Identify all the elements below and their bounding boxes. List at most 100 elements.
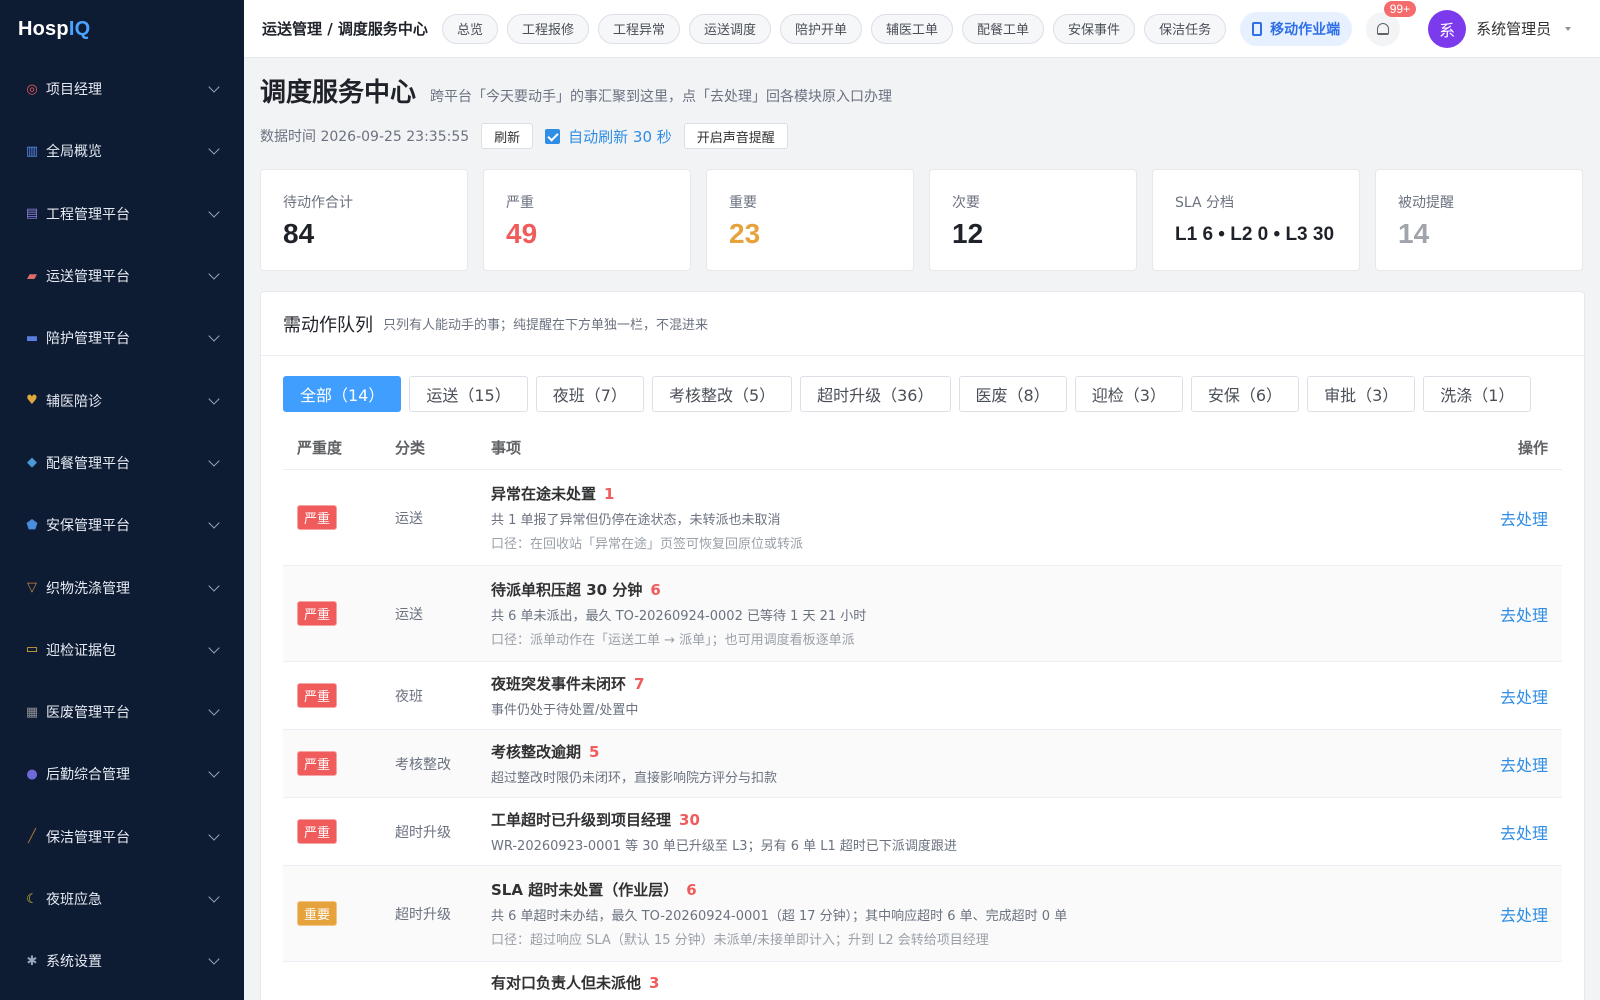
sidebar-item[interactable]: ▬ 陪护管理平台	[0, 307, 244, 369]
sound-alert-button[interactable]: 开启声音提醒	[683, 123, 788, 149]
sidebar-item[interactable]: ╱ 保洁管理平台	[0, 806, 244, 868]
table-row: 重要 超时升级 SLA 超时未处置（作业层） 6 共 6 单超时未办结，最久 TO-20…	[283, 866, 1562, 962]
quick-tab[interactable]: 辅医工单	[871, 13, 954, 44]
chevron-down-icon	[208, 891, 220, 903]
sidebar-item[interactable]: ◎ 项目经理	[0, 58, 244, 120]
sidebar-nav: ◎ 项目经理 ▥ 全局概览 ▤ 工程管理平台 ▰ 运送管理平台 ▬ 陪护管理平台 ♥ 辅医陪诊 ◆ 配餐管…	[0, 58, 244, 992]
user-menu-caret-icon[interactable]	[1565, 26, 1572, 31]
item-description: 共 6 单超时未办结，最久 TO-20260924-0001（超 17 分钟）；…	[491, 909, 1068, 924]
category-cell: 考核整改	[395, 756, 451, 773]
quick-tab[interactable]: 工程异常	[597, 13, 680, 44]
sidebar-item-label: 全局概览	[46, 144, 102, 161]
quick-tab[interactable]: 安保事件	[1053, 13, 1136, 44]
shield-icon: ⬟	[26, 517, 38, 533]
filter-tab[interactable]: 医废（8）	[958, 376, 1067, 412]
go-handle-link[interactable]: 去处理	[1500, 824, 1548, 843]
severity-badge: 严重	[297, 819, 338, 844]
stat-value: 49	[506, 218, 538, 249]
go-handle-link[interactable]: 去处理	[1500, 688, 1548, 707]
col-severity: 严重度	[297, 439, 343, 457]
auto-refresh-toggle[interactable]: 自动刷新 30 秒	[545, 126, 672, 147]
chevron-down-icon	[208, 517, 220, 529]
sidebar-item-label: 项目经理	[46, 82, 102, 99]
chevron-down-icon	[208, 766, 220, 779]
quick-tab[interactable]: 运送调度	[688, 13, 771, 44]
data-timestamp: 数据时间 2026-09-25 23:35:55	[260, 129, 470, 145]
action-queue-panel: 需动作队列 只列有人能动手的事；纯提醒在下方单独一栏，不混进来 全部（14） 运送…	[260, 291, 1585, 1000]
severity-cell: 严重	[283, 751, 381, 776]
sidebar-item[interactable]: ▰ 运送管理平台	[0, 245, 244, 307]
sidebar-item[interactable]: ◆ 配餐管理平台	[0, 432, 244, 494]
checkbox-checked-icon[interactable]	[545, 128, 561, 144]
quick-tab[interactable]: 陪护开单	[780, 13, 863, 44]
filter-tab[interactable]: 全部（14）	[283, 376, 402, 412]
queue-table: 严重度 分类 事项 操作 严重 运送 异常在途未处置 1 共 1 单报了异常但仍停在途状…	[283, 426, 1562, 1000]
item-count: 6	[686, 881, 697, 899]
filter-tab[interactable]: 夜班（7）	[535, 376, 644, 412]
filter-tab[interactable]: 审批（3）	[1307, 376, 1416, 412]
go-handle-link[interactable]: 去处理	[1500, 510, 1548, 529]
filter-tab[interactable]: 超时升级（36）	[800, 376, 951, 412]
item-title: 工单超时已升级到项目经理	[491, 811, 672, 829]
category-filters: 全部（14） 运送（15） 夜班（7） 考核整改（5） 超时升级（36） 医废（8） 迎检（…	[261, 356, 1584, 412]
refresh-button[interactable]: 刷新	[481, 123, 534, 149]
notification-button[interactable]: 99+	[1366, 0, 1417, 46]
chevron-down-icon	[208, 143, 220, 156]
item-cell: 待派单积压超 30 分钟 6 共 6 单未派出，最久 TO-20260924-000…	[479, 579, 1452, 648]
filter-tab[interactable]: 运送（15）	[409, 376, 528, 412]
item-title: 夜班突发事件未闭环	[491, 675, 627, 693]
filter-tab[interactable]: 洗涤（1）	[1423, 376, 1532, 412]
auto-refresh-label: 自动刷新 30 秒	[568, 127, 672, 146]
item-title-line: SLA 超时未处置（作业层） 6	[491, 879, 1452, 900]
filter-tab[interactable]: 考核整改（5）	[651, 376, 793, 412]
severity-cell: 严重	[283, 505, 381, 530]
go-handle-link[interactable]: 去处理	[1500, 906, 1548, 925]
category-cell: 运送	[395, 606, 423, 623]
sidebar-item[interactable]: ▽ 织物洗涤管理	[0, 556, 244, 618]
sidebar-item[interactable]: ▦ 医废管理平台	[0, 681, 244, 743]
filter-tab[interactable]: 安保（6）	[1190, 376, 1300, 412]
sidebar-item[interactable]: ▤ 工程管理平台	[0, 183, 244, 245]
stat-card: SLA 分档 L1 6 • L2 0 • L3 30	[1152, 169, 1360, 271]
go-handle-link[interactable]: 去处理	[1500, 606, 1548, 625]
username[interactable]: 系统管理员	[1476, 18, 1551, 39]
sidebar-item[interactable]: ♥ 辅医陪诊	[0, 369, 244, 431]
chevron-down-icon	[208, 81, 220, 93]
sidebar-item[interactable]: ☾ 夜班应急	[0, 868, 244, 930]
avatar[interactable]: 系	[1428, 9, 1467, 48]
severity-badge: 严重	[297, 601, 338, 626]
operation-cell: 去处理	[1452, 602, 1562, 626]
app-logo[interactable]: Hosp IQ	[0, 0, 244, 58]
item-count: 5	[589, 743, 600, 761]
filter-tab[interactable]: 迎检（3）	[1074, 376, 1183, 412]
people-icon: ●	[26, 766, 38, 782]
basket-icon: ▽	[27, 580, 37, 596]
stat-label: 次要	[952, 195, 980, 211]
logo-part-2: IQ	[68, 17, 91, 40]
stat-card: 严重 49	[483, 169, 691, 271]
category-cell: 超时升级	[395, 824, 451, 841]
main-content: 调度服务中心 跨平台「今天要动手」的事汇聚到这里，点「去处理」回各模块原入口办理…	[244, 58, 1600, 1000]
mobile-terminal-button[interactable]: 移动作业端	[1240, 11, 1353, 46]
sidebar-item[interactable]: ▥ 全局概览	[0, 120, 244, 182]
sidebar-item-label: 系统设置	[46, 954, 102, 971]
stat-label: 待动作合计	[283, 195, 353, 211]
heart-icon: ♥	[26, 393, 38, 409]
go-handle-link[interactable]: 去处理	[1500, 756, 1548, 775]
broom-icon: ╱	[28, 829, 36, 845]
quick-tab[interactable]: 总览	[441, 13, 498, 44]
chevron-down-icon	[208, 642, 220, 654]
item-title: 待派单积压超 30 分钟	[491, 581, 643, 599]
sidebar-item[interactable]: ▭ 迎检证据包	[0, 619, 244, 681]
item-note: 口径：在回收站「异常在途」页签可恢复回原位或转派	[491, 537, 804, 552]
quick-tab[interactable]: 配餐工单	[962, 13, 1045, 44]
item-title: 异常在途未处置	[491, 485, 597, 503]
folder-icon: ▭	[25, 642, 39, 658]
sidebar-item[interactable]: ⬟ 安保管理平台	[0, 494, 244, 556]
panel-header: 需动作队列 只列有人能动手的事；纯提醒在下方单独一栏，不混进来	[261, 292, 1584, 356]
sidebar-item[interactable]: ● 后勤综合管理	[0, 743, 244, 805]
severity-badge: 严重	[297, 751, 338, 776]
quick-tab[interactable]: 保洁任务	[1144, 13, 1227, 44]
sidebar-item[interactable]: ✱ 系统设置	[0, 930, 244, 992]
quick-tab[interactable]: 工程报修	[506, 13, 589, 44]
